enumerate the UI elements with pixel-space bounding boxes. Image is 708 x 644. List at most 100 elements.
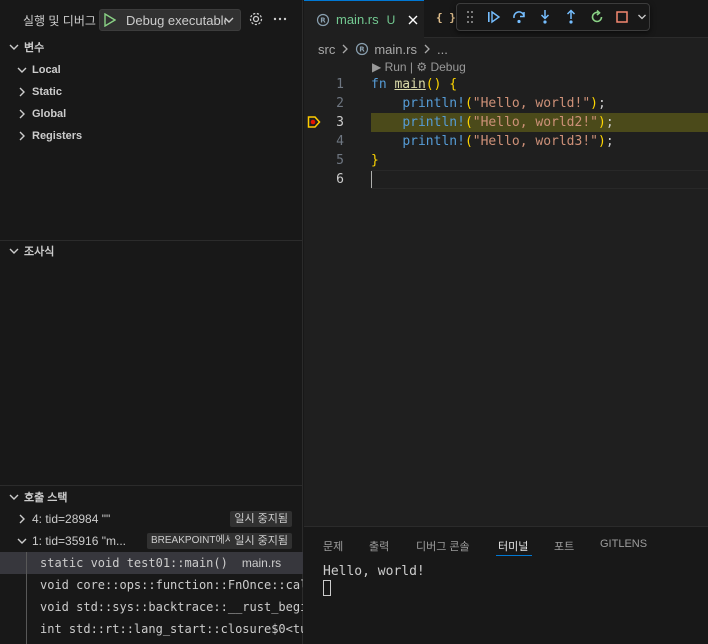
step-out-icon <box>566 9 575 24</box>
restart-icon <box>591 9 602 23</box>
scope-label: Local <box>32 64 61 76</box>
code-content: println!("Hello, world3!"); <box>402 134 614 149</box>
call-stack-section-header[interactable]: 호출 스택 <box>0 486 303 508</box>
stack-frame[interactable]: static void test01::main() main.rs <box>0 552 303 574</box>
scope-label: Static <box>32 86 62 98</box>
frame-function: static void test01::main() <box>40 556 228 570</box>
debug-header: 실행 및 디버그 Debug executable <box>0 0 303 38</box>
code-line: 1 fn main() { <box>304 75 708 94</box>
scope-label: Registers <box>32 130 83 142</box>
chevron-down-icon[interactable] <box>222 13 236 30</box>
continue-button[interactable] <box>481 6 507 28</box>
panel-tabs: 문제 출력 디버그 콘솔 터미널 포트 GITLENS <box>304 527 708 562</box>
bottom-panel: 문제 출력 디버그 콘솔 터미널 포트 GITLENS Hello, world… <box>304 526 708 644</box>
launch-config-select[interactable]: Debug executable <box>99 9 241 31</box>
thread-item[interactable]: 4: tid=28984 "" 일시 중지됨 <box>0 508 303 530</box>
breadcrumb: src R main.rs ... <box>318 40 448 58</box>
chevron-right-icon <box>14 108 30 120</box>
watch-section-label: 조사식 <box>24 246 55 258</box>
chevron-right-icon <box>423 44 431 54</box>
scope-global[interactable]: Global <box>0 103 303 125</box>
tab-debug-console[interactable]: 디버그 콘솔 <box>416 538 470 554</box>
tab-label: main.rs <box>336 12 379 27</box>
frame-function: void core::ops::function::FnOnce::call_o… <box>40 578 303 592</box>
close-icon[interactable] <box>405 12 421 28</box>
svg-text:R: R <box>320 16 326 24</box>
line-number: 1 <box>336 77 344 92</box>
tab-terminal[interactable]: 터미널 <box>498 538 528 554</box>
svg-text:R: R <box>360 46 366 54</box>
scope-label: Global <box>32 108 67 120</box>
step-out-button[interactable] <box>558 6 584 28</box>
status-badge: 일시 중지됨 <box>230 533 292 549</box>
tab-ports[interactable]: 포트 <box>554 538 574 554</box>
code-line: 3 println!("Hello, world2!"); <box>304 113 708 132</box>
start-debug-icon[interactable] <box>100 13 120 27</box>
breadcrumb-file[interactable]: main.rs <box>374 42 417 57</box>
chevron-down-icon[interactable] <box>635 6 649 28</box>
chevron-down-icon <box>14 535 30 547</box>
stop-button[interactable] <box>609 6 635 28</box>
stack-frame[interactable]: int std::rt::lang_start::closure$0<tuple… <box>0 618 303 640</box>
tab-main-rs[interactable]: R main.rs U <box>304 0 424 38</box>
scope-static[interactable]: Static <box>0 81 303 103</box>
call-stack-section-label: 호출 스택 <box>24 492 68 504</box>
stack-frame[interactable]: void std::sys::backtrace::__rust_begin_s… <box>0 596 303 618</box>
json-file-icon[interactable]: { } <box>436 11 456 24</box>
code-content: } <box>371 153 379 168</box>
code-line: 6 <box>304 170 708 189</box>
config-name: Debug executable <box>126 12 226 28</box>
line-number: 2 <box>336 96 344 111</box>
scope-local[interactable]: Local <box>0 59 303 81</box>
code-line: 5 } <box>304 151 708 170</box>
variables-section-header[interactable]: 변수 <box>0 36 303 58</box>
breakpoint-arrow-icon[interactable] <box>307 115 321 129</box>
chevron-right-icon <box>341 44 349 54</box>
rust-file-icon: R <box>316 13 330 27</box>
tab-problems[interactable]: 문제 <box>323 538 343 554</box>
drag-handle-icon[interactable] <box>463 10 477 24</box>
sidebar-title: 실행 및 디버그 <box>23 14 96 28</box>
continue-icon <box>487 10 500 24</box>
code-content: fn main() { <box>371 77 458 92</box>
tab-output[interactable]: 출력 <box>369 538 389 554</box>
restart-button[interactable] <box>584 6 610 28</box>
rust-file-icon: R <box>355 42 369 56</box>
terminal-output[interactable]: Hello, world! <box>323 564 425 579</box>
run-debug-codelens[interactable]: ▶ Run | ⚙ Debug <box>372 60 466 74</box>
line-number: 5 <box>336 153 344 168</box>
variables-section-label: 변수 <box>24 42 45 54</box>
breadcrumb-more[interactable]: ... <box>437 42 448 57</box>
breadcrumb-folder[interactable]: src <box>318 42 335 57</box>
thread-label: 4: tid=28984 "" <box>32 512 111 526</box>
line-number: 6 <box>336 172 344 187</box>
more-actions-icon[interactable] <box>272 11 288 27</box>
terminal-cursor <box>323 580 331 596</box>
line-number: 4 <box>336 134 344 149</box>
editor: R main.rs U { } src R main.rs ... ▶ Run … <box>304 0 708 526</box>
text-cursor <box>371 171 372 188</box>
watch-section-header[interactable]: 조사식 <box>0 240 303 262</box>
status-badge: 일시 중지됨 <box>230 511 292 527</box>
tab-gitlens[interactable]: GITLENS <box>600 538 647 550</box>
thread-item[interactable]: 1: tid=35916 "m... BREAKPOINT에서 일시 중지됨 <box>0 530 303 552</box>
chevron-down-icon <box>6 41 22 53</box>
chevron-down-icon <box>6 245 22 257</box>
code-content: println!("Hello, world!"); <box>402 96 606 111</box>
step-into-button[interactable] <box>532 6 558 28</box>
code-line: 2 println!("Hello, world!"); <box>304 94 708 113</box>
git-status-badge: U <box>386 12 396 27</box>
gear-icon[interactable] <box>248 11 264 27</box>
scope-registers[interactable]: Registers <box>0 125 303 147</box>
code-line: 4 println!("Hello, world3!"); <box>304 132 708 151</box>
stack-frame[interactable]: void core::ops::function::FnOnce::call_o… <box>0 574 303 596</box>
stop-icon <box>616 11 629 23</box>
chevron-down-icon <box>14 64 30 76</box>
pause-reason-badge: BREAKPOINT에서 <box>147 533 238 549</box>
step-into-icon <box>541 10 550 24</box>
step-over-button[interactable] <box>507 6 533 28</box>
thread-label: 1: tid=35916 "m... <box>32 534 126 548</box>
chevron-right-icon <box>14 130 30 142</box>
active-tab-indicator <box>496 555 532 556</box>
chevron-right-icon <box>14 513 30 525</box>
